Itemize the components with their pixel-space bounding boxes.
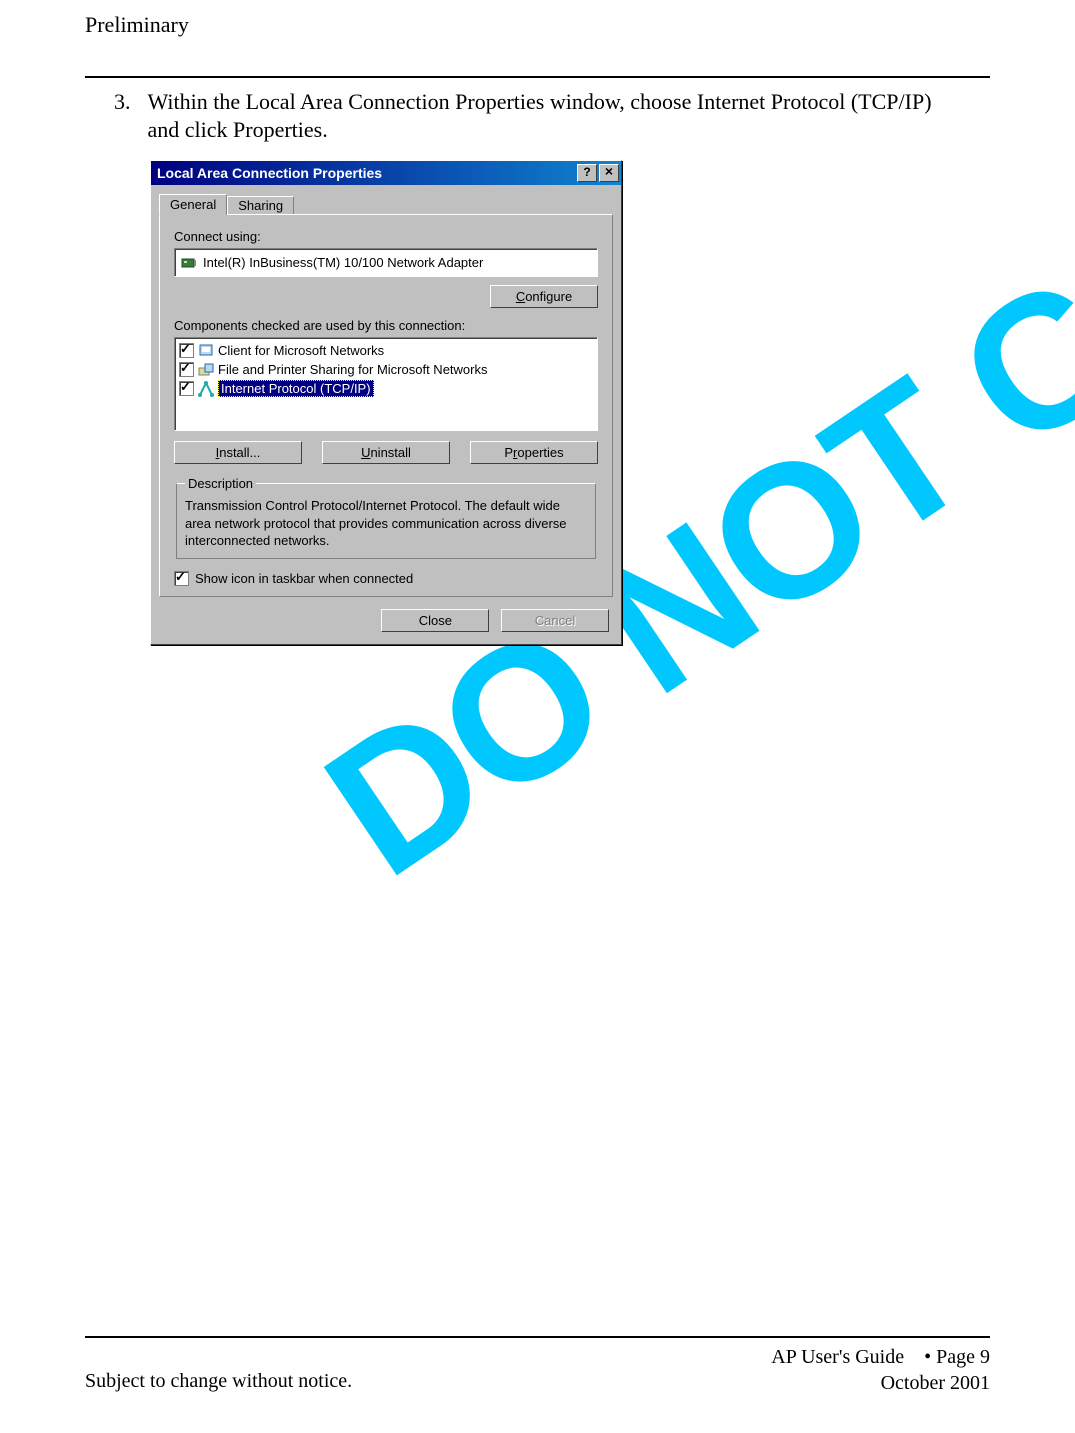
checkbox[interactable] [179,343,194,358]
list-item[interactable]: Internet Protocol (TCP/IP) [179,379,593,398]
footer-page: • Page 9 [924,1346,990,1368]
description-legend: Description [185,476,256,491]
connection-properties-dialog: Local Area Connection Properties General… [150,160,622,645]
connect-using-label: Connect using: [174,229,598,244]
step-block: 3. Within the Local Area Connection Prop… [114,88,964,143]
list-item[interactable]: File and Printer Sharing for Microsoft N… [179,360,593,379]
tab-general[interactable]: General [159,194,227,215]
titlebar: Local Area Connection Properties [151,161,621,185]
adapter-name: Intel(R) InBusiness(TM) 10/100 Network A… [203,255,483,270]
tab-strip: GeneralSharing [151,185,621,214]
protocol-icon [198,381,214,397]
dialog-buttons: Close Cancel [151,605,621,644]
nic-icon [181,256,197,270]
install-button[interactable]: Install... [174,441,302,464]
checkbox[interactable] [179,362,194,377]
description-group: Description Transmission Control Protoco… [176,476,596,559]
bottom-rule [85,1336,990,1338]
footer-guide: AP User's Guide [771,1346,904,1368]
top-rule [85,76,990,78]
tab-pane-general: Connect using: Intel(R) InBusiness(TM) 1… [159,214,613,597]
footer-right: AP User's Guide • Page 9 October 2001 [680,1344,990,1396]
show-icon-row: Show icon in taskbar when connected [174,571,598,586]
help-icon[interactable] [577,164,597,182]
show-icon-label: Show icon in taskbar when connected [195,571,413,586]
components-section: Components checked are used by this conn… [174,318,598,586]
description-text: Transmission Control Protocol/Internet P… [185,497,587,550]
footer-notice: Subject to change without notice. [85,1370,352,1393]
cancel-button: Cancel [501,609,609,632]
client-icon [198,343,214,359]
dialog-title: Local Area Connection Properties [157,165,575,181]
header-status: Preliminary [85,12,189,38]
list-item-label: Client for Microsoft Networks [218,343,384,358]
list-item[interactable]: Client for Microsoft Networks [179,341,593,360]
configure-button[interactable]: Configure [490,285,598,308]
show-icon-checkbox[interactable] [174,571,189,586]
properties-button[interactable]: Properties [470,441,598,464]
adapter-field: Intel(R) InBusiness(TM) 10/100 Network A… [174,248,598,277]
close-button[interactable]: Close [381,609,489,632]
step-text: Within the Local Area Connection Propert… [148,88,948,143]
close-icon[interactable] [599,164,619,182]
list-item-label: Internet Protocol (TCP/IP) [218,380,374,397]
components-label: Components checked are used by this conn… [174,318,598,333]
checkbox[interactable] [179,381,194,396]
uninstall-button[interactable]: Uninstall [322,441,450,464]
step-number: 3. [114,88,142,116]
footer-date: October 2001 [680,1370,990,1396]
component-buttons: Install... Uninstall Properties [174,441,598,464]
service-icon [198,362,214,378]
tab-sharing[interactable]: Sharing [227,196,294,214]
list-item-label: File and Printer Sharing for Microsoft N… [218,362,487,377]
components-listbox[interactable]: Client for Microsoft Networks File and P… [174,337,598,431]
